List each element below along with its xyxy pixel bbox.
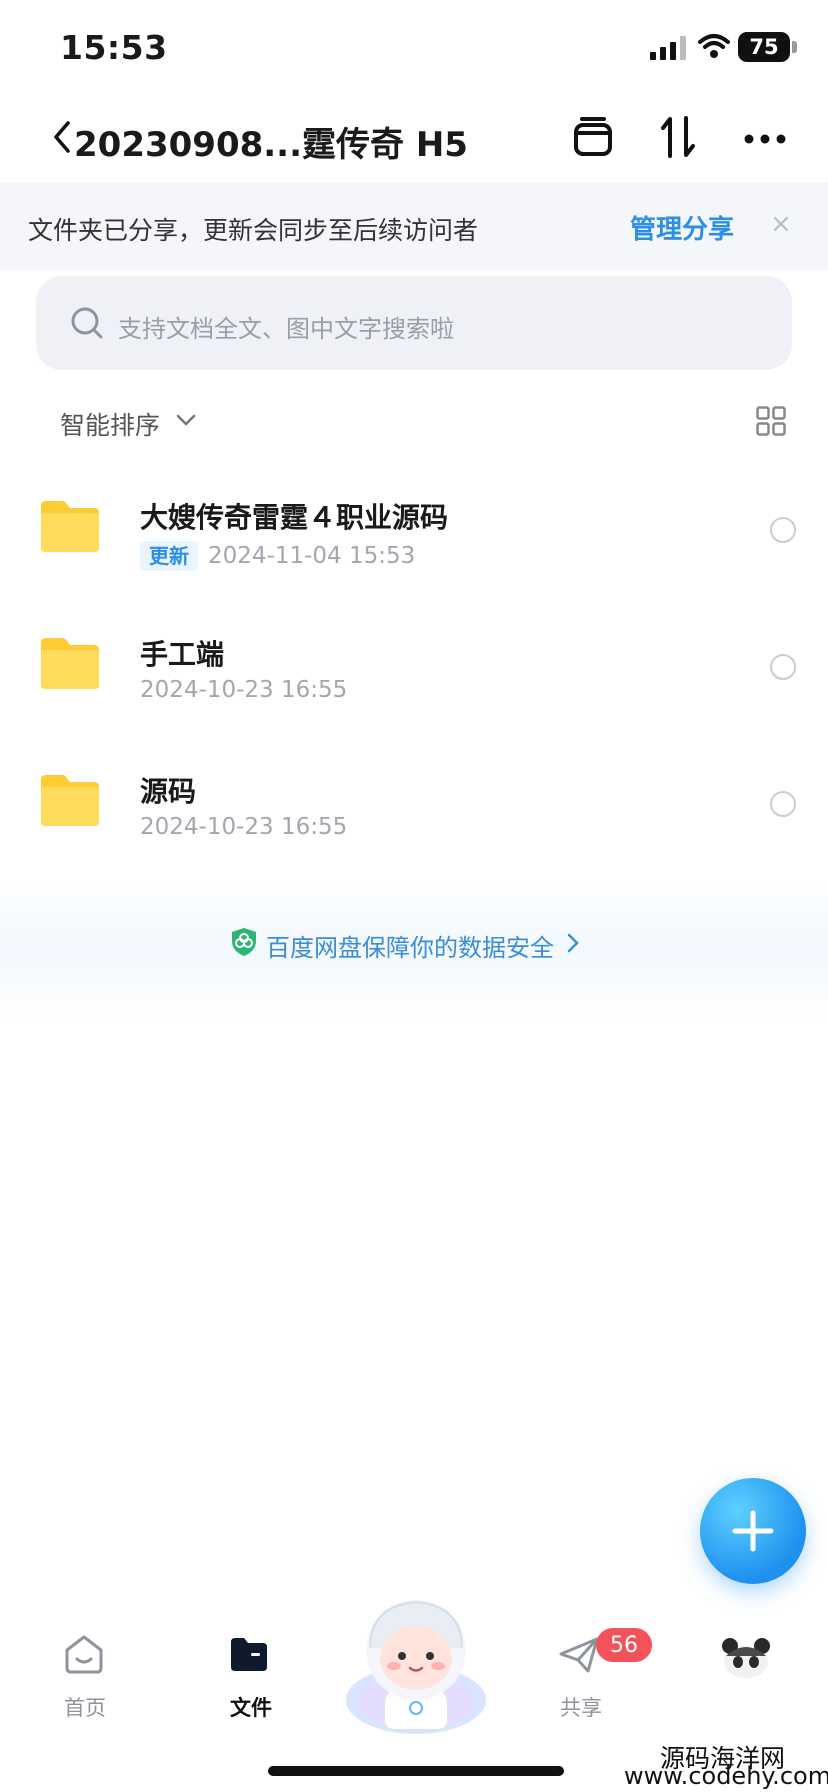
home-icon <box>65 1635 103 1674</box>
file-row[interactable]: 手工端 2024-10-23 16:55 <box>0 597 828 734</box>
folder-tab-icon <box>231 1638 267 1671</box>
file-meta: 更新 2024-11-04 15:53 <box>140 540 416 571</box>
manage-share-link[interactable]: 管理分享 <box>630 209 734 246</box>
folder-icon <box>41 775 99 826</box>
file-row[interactable]: 大嫂传奇雷霆４职业源码 更新 2024-11-04 15:53 <box>0 460 828 597</box>
shield-icon <box>232 928 256 956</box>
tab-share-label: 共享 <box>560 1696 602 1720</box>
select-radio[interactable] <box>770 517 796 543</box>
chevron-right-icon[interactable] <box>566 932 580 954</box>
assistant-mascot-icon[interactable] <box>344 1592 488 1740</box>
file-date: 2024-11-04 15:53 <box>208 543 416 569</box>
tab-home-label: 首页 <box>64 1696 106 1720</box>
battery-tip <box>792 41 797 53</box>
add-button[interactable] <box>700 1478 806 1584</box>
file-date: 2024-10-23 16:55 <box>140 814 348 840</box>
sort-dropdown[interactable]: 智能排序 <box>60 406 160 442</box>
signal-icon <box>650 36 686 60</box>
select-radio[interactable] <box>770 654 796 680</box>
profile-avatar[interactable] <box>720 1634 772 1678</box>
file-name: 源码 <box>140 775 197 808</box>
page-title: 20230908...霆传奇 H5 <box>74 125 468 165</box>
status-time: 15:53 <box>60 28 168 67</box>
file-date: 2024-10-23 16:55 <box>140 677 348 703</box>
update-tag: 更新 <box>140 541 198 571</box>
search-placeholder: 支持文档全文、图中文字搜索啦 <box>118 315 454 343</box>
file-name: 手工端 <box>140 638 225 671</box>
more-icon[interactable] <box>744 134 786 144</box>
transfer-sort-icon[interactable] <box>660 116 696 158</box>
home-indicator <box>268 1766 564 1776</box>
select-radio[interactable] <box>770 791 796 817</box>
back-chevron-icon[interactable] <box>52 120 72 154</box>
folder-icon <box>41 638 99 689</box>
wifi-icon <box>698 34 730 58</box>
file-row[interactable]: 源码 2024-10-23 16:55 <box>0 734 828 871</box>
file-name: 大嫂传奇雷霆４职业源码 <box>140 501 449 534</box>
share-send-icon <box>559 1637 599 1673</box>
folder-icon <box>41 501 99 552</box>
plus-icon <box>732 1510 774 1552</box>
grid-view-icon[interactable] <box>756 406 786 436</box>
share-badge: 56 <box>596 1628 652 1662</box>
search-icon <box>71 307 103 339</box>
safety-link[interactable]: 百度网盘保障你的数据安全 <box>266 928 554 963</box>
battery-indicator: 75 <box>738 32 790 62</box>
folder-info-icon[interactable] <box>572 116 614 158</box>
watermark-url: www.codehy.com <box>624 1762 828 1790</box>
close-banner-icon[interactable]: × <box>770 211 792 237</box>
chevron-down-icon[interactable] <box>176 413 196 427</box>
share-banner-text: 文件夹已分享，更新会同步至后续访问者 <box>28 216 479 245</box>
tab-files-label: 文件 <box>230 1696 272 1720</box>
